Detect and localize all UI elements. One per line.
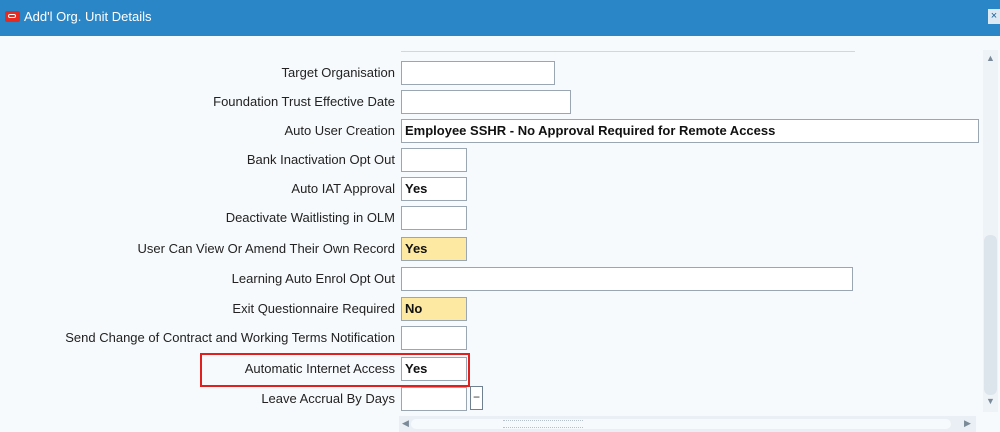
scroll-down-icon[interactable]: ▼ (984, 395, 997, 408)
exit-questionnaire-required-field[interactable]: No (401, 297, 467, 321)
oracle-logo-icon (5, 11, 20, 22)
label-learning-auto-enrol-opt-out: Learning Auto Enrol Opt Out (231, 271, 395, 286)
label-send-change-of-contract: Send Change of Contract and Working Term… (65, 330, 395, 345)
addl-org-unit-details-window: Add'l Org. Unit Details × Target Organis… (0, 0, 1000, 432)
label-auto-iat-approval: Auto IAT Approval (291, 181, 395, 196)
scroll-up-icon[interactable]: ▲ (984, 52, 997, 65)
vertical-scroll-thumb[interactable] (984, 235, 997, 395)
label-auto-user-creation: Auto User Creation (284, 123, 395, 138)
label-user-can-view-or-amend: User Can View Or Amend Their Own Record (137, 241, 395, 256)
leave-accrual-by-days-field[interactable] (401, 387, 467, 411)
bank-inactivation-opt-out-field[interactable] (401, 148, 467, 172)
foundation-trust-effective-date-field[interactable] (401, 90, 571, 114)
label-exit-questionnaire-required: Exit Questionnaire Required (232, 301, 395, 316)
label-bank-inactivation-opt-out: Bank Inactivation Opt Out (246, 152, 395, 167)
user-can-view-or-amend-field[interactable]: Yes (401, 237, 467, 261)
vertical-scrollbar[interactable]: ▲ ▼ (983, 50, 998, 412)
label-deactivate-waitlisting: Deactivate Waitlisting in OLM (225, 210, 395, 225)
label-foundation-trust-effective-date: Foundation Trust Effective Date (213, 94, 395, 109)
horizontal-scrollbar[interactable]: ◀ ▶ (399, 416, 976, 432)
auto-iat-approval-field[interactable]: Yes (401, 177, 467, 201)
target-organisation-field[interactable] (401, 61, 555, 85)
divider (401, 51, 855, 52)
label-leave-accrual-by-days: Leave Accrual By Days (261, 391, 395, 406)
annotation-highlight-box (200, 353, 470, 387)
deactivate-waitlisting-field[interactable] (401, 206, 467, 230)
close-icon[interactable]: × (988, 9, 1000, 24)
horizontal-scroll-thumb[interactable] (411, 419, 951, 429)
scroll-right-icon[interactable]: ▶ (961, 417, 974, 430)
learning-auto-enrol-opt-out-field[interactable] (401, 267, 853, 291)
scroll-grip (503, 420, 583, 428)
send-change-of-contract-field[interactable] (401, 326, 467, 350)
label-target-organisation: Target Organisation (281, 65, 395, 80)
auto-user-creation-field[interactable]: Employee SSHR - No Approval Required for… (401, 119, 979, 143)
window-titlebar: Add'l Org. Unit Details × (0, 0, 1000, 36)
lov-button[interactable]: − (470, 386, 483, 410)
window-title: Add'l Org. Unit Details (24, 9, 152, 24)
